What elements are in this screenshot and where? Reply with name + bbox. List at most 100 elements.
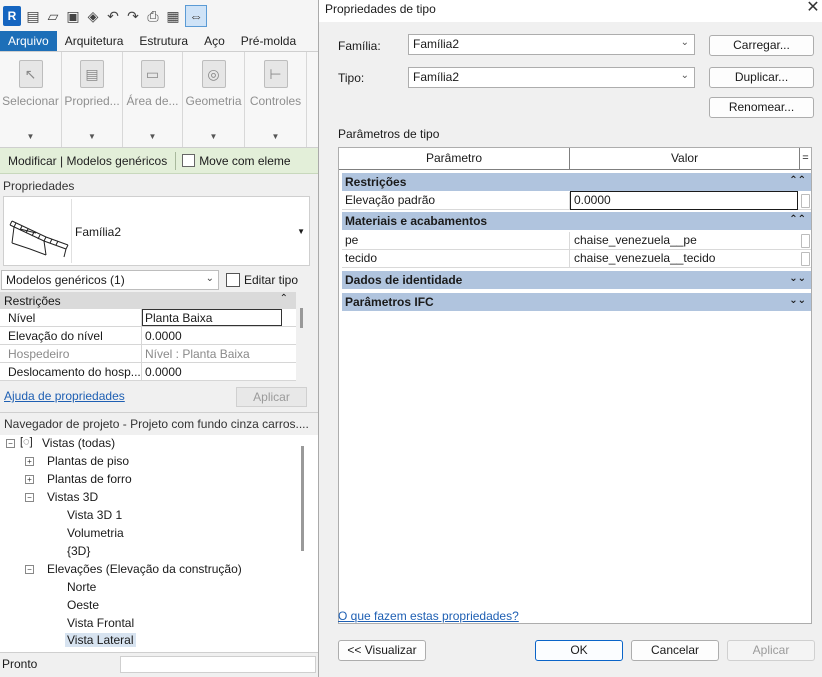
chevron-down-icon: ⌄	[680, 70, 689, 81]
expand-icon[interactable]: ⌄⌄	[789, 295, 806, 306]
collapse-icon[interactable]: ⌃	[280, 293, 288, 304]
close-icon[interactable]: ✕	[803, 0, 822, 18]
tree-item[interactable]: Plantas de piso	[47, 454, 129, 468]
family-select[interactable]: Família2 ⌄	[408, 34, 695, 55]
formula-button[interactable]	[801, 234, 810, 248]
edit-type-button[interactable]: Editar tipo	[226, 270, 298, 290]
formula-button[interactable]	[801, 194, 810, 208]
revit-logo-icon[interactable]: R	[3, 5, 21, 26]
section-restricoes[interactable]: Restrições ⌃⌃	[342, 173, 811, 191]
section-title: Parâmetros IFC	[345, 295, 434, 309]
duplicate-button[interactable]: Duplicar...	[709, 67, 814, 88]
chevron-down-icon[interactable]: ▼	[297, 227, 305, 236]
load-button[interactable]: Carregar...	[709, 35, 814, 56]
undo-icon[interactable]: ↶	[105, 8, 121, 24]
collapse-icon[interactable]: −	[25, 565, 34, 574]
help-link[interactable]: O que fazem estas propriedades?	[338, 609, 519, 623]
param-value-input[interactable]: Planta Baixa	[142, 309, 282, 326]
expand-icon[interactable]: ⌄⌄	[789, 273, 806, 284]
tree-item[interactable]: Volumetria	[67, 526, 124, 540]
param-value[interactable]: 0.0000	[142, 327, 296, 344]
tree-item[interactable]: Norte	[67, 580, 96, 594]
collapse-icon[interactable]: ⌃⌃	[789, 175, 806, 186]
divider	[175, 151, 177, 170]
tree-item[interactable]: Vista Frontal	[67, 616, 134, 630]
status-text: Pronto	[2, 657, 38, 671]
chevron-down-icon[interactable]: ▼	[272, 132, 280, 141]
tree-item[interactable]: Oeste	[67, 598, 99, 612]
expand-icon[interactable]: +	[25, 457, 34, 466]
column-header-formula[interactable]: =	[800, 148, 811, 169]
ribbon-panel-geometria[interactable]: ◎ Geometria ▼	[183, 52, 245, 147]
column-header-parametro[interactable]: Parâmetro	[339, 148, 570, 169]
tab-estrutura[interactable]: Estrutura	[131, 31, 196, 51]
tab-arquitetura[interactable]: Arquitetura	[57, 31, 132, 51]
apply-button[interactable]: Aplicar	[727, 640, 815, 661]
measure-tool-icon[interactable]: ⇔	[185, 4, 207, 27]
family-select-value: Família2	[413, 37, 460, 51]
rename-button[interactable]: Renomear...	[709, 97, 814, 118]
cancel-button[interactable]: Cancelar	[631, 640, 719, 661]
category-selector[interactable]: Modelos genéricos (1) ⌄	[1, 270, 219, 290]
open-folder-icon[interactable]: ▱	[45, 8, 61, 24]
section-dados-identidade[interactable]: Dados de identidade ⌄⌄	[342, 271, 811, 289]
ribbon-panel-controles[interactable]: ⊢ Controles ▼	[245, 52, 307, 147]
sync-icon[interactable]: ◈	[85, 8, 101, 24]
pdf-icon[interactable]: ▦	[165, 8, 181, 24]
home-icon[interactable]: ▤	[25, 8, 41, 24]
collapse-icon[interactable]: −	[25, 493, 34, 502]
collapse-icon[interactable]: −	[6, 439, 15, 448]
type-select[interactable]: Família2 ⌄	[408, 67, 695, 88]
tree-item[interactable]: Vistas 3D	[47, 490, 98, 504]
formula-button[interactable]	[801, 252, 810, 266]
preview-button[interactable]: << Visualizar	[338, 640, 426, 661]
ribbon-panel-propriedades[interactable]: ▤ Propried... ▼	[62, 52, 123, 147]
type-name: Família2	[75, 225, 122, 239]
properties-scrollbar[interactable]	[300, 308, 303, 328]
project-browser-scrollbar[interactable]	[301, 446, 304, 551]
section-materiais[interactable]: Materiais e acabamentos ⌃⌃	[342, 212, 811, 230]
save-icon[interactable]: ▣	[65, 8, 81, 24]
properties-help-link[interactable]: Ajuda de propriedades	[4, 389, 125, 403]
quick-access-toolbar: R ▤ ▱ ▣ ◈ ↶ ↷ ⎙ ▦ ⇔	[0, 0, 318, 31]
type-label: Tipo:	[338, 71, 365, 85]
param-name: Nível	[0, 309, 142, 326]
ribbon-panel-area[interactable]: ▭ Área de... ▼	[123, 52, 183, 147]
ribbon: ↖ Selecionar ▼ ▤ Propried... ▼ ▭ Área de…	[0, 51, 318, 148]
type-selector[interactable]: Família2 ▼	[3, 196, 310, 266]
tree-item[interactable]: Vista 3D 1	[67, 508, 122, 522]
tree-item[interactable]: Vistas (todas)	[42, 436, 115, 450]
param-value[interactable]: chaise_venezuela__tecido	[570, 250, 798, 267]
move-with-label: Move com eleme	[199, 153, 291, 168]
tree-item[interactable]: {3D}	[67, 544, 90, 558]
param-value[interactable]: chaise_venezuela__pe	[570, 232, 798, 249]
tab-pre-moldado[interactable]: Pré-molda	[233, 31, 304, 51]
table-row: Elevação do nível 0.0000	[0, 327, 296, 345]
section-restricoes[interactable]: Restrições ⌃	[0, 292, 296, 309]
chevron-down-icon[interactable]: ▼	[149, 132, 157, 141]
tree-item[interactable]: Elevações (Elevação da construção)	[47, 562, 242, 576]
status-bar: Pronto	[0, 652, 318, 677]
ok-button[interactable]: OK	[535, 640, 623, 661]
tab-arquivo[interactable]: Arquivo	[0, 31, 57, 51]
redo-icon[interactable]: ↷	[125, 8, 141, 24]
print-icon[interactable]: ⎙	[145, 8, 161, 24]
move-with-checkbox[interactable]	[182, 154, 196, 167]
tree-item[interactable]: Plantas de forro	[47, 472, 132, 486]
grid-header: Parâmetro Valor =	[339, 148, 811, 170]
tree-item-selected[interactable]: Vista Lateral	[65, 633, 136, 647]
expand-icon[interactable]: +	[25, 475, 34, 484]
chevron-down-icon[interactable]: ▼	[27, 132, 35, 141]
collapse-icon[interactable]: ⌃⌃	[789, 214, 806, 225]
context-bar: Modificar | Modelos genéricos Move com e…	[0, 148, 318, 174]
tab-aco[interactable]: Aço	[196, 31, 233, 51]
section-parametros-ifc[interactable]: Parâmetros IFC ⌄⌄	[342, 293, 811, 311]
apply-button[interactable]: Aplicar	[236, 387, 307, 407]
section-title: Dados de identidade	[345, 273, 463, 287]
chevron-down-icon[interactable]: ▼	[88, 132, 96, 141]
column-header-valor[interactable]: Valor	[570, 148, 800, 169]
param-value-input[interactable]: 0.0000	[570, 191, 798, 210]
chevron-down-icon[interactable]: ▼	[210, 132, 218, 141]
ribbon-panel-selecionar[interactable]: ↖ Selecionar ▼	[0, 52, 62, 147]
param-value[interactable]: 0.0000	[142, 363, 296, 380]
